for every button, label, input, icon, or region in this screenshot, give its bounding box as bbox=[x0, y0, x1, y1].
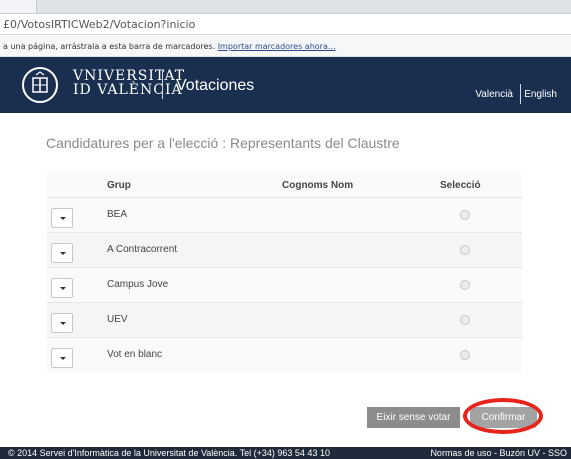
column-header-seleccio: Selecció bbox=[440, 180, 481, 191]
browser-tab[interactable] bbox=[0, 0, 37, 13]
language-english-link[interactable]: English bbox=[524, 89, 557, 100]
logo-line-1: VNIVERSITAT bbox=[73, 68, 186, 84]
selection-radio[interactable] bbox=[460, 350, 470, 360]
expand-dropdown-button[interactable] bbox=[51, 348, 73, 368]
table-row: Campus Jove bbox=[47, 267, 522, 302]
bookmarks-bar-text: a una página, arrástrala a esta barra de… bbox=[3, 42, 216, 51]
language-valencia-link[interactable]: Valencià bbox=[475, 89, 513, 100]
import-bookmarks-link[interactable]: Importar marcadores ahora... bbox=[218, 42, 336, 51]
app-title: Votaciones bbox=[176, 77, 255, 94]
group-name: Campus Jove bbox=[107, 279, 169, 290]
table-header: Grup Cognoms Nom Selecció bbox=[47, 173, 522, 197]
group-name: Vot en blanc bbox=[107, 349, 163, 360]
university-seal-icon[interactable] bbox=[22, 67, 58, 103]
group-name: A Contracorrent bbox=[107, 244, 178, 255]
table-row: Vot en blanc bbox=[47, 337, 522, 372]
highlight-circle-annotation bbox=[463, 398, 543, 434]
address-bar[interactable]: £0/VotosIRTICWeb2/Votacion?inicio bbox=[0, 14, 571, 35]
table-row: BEA bbox=[47, 197, 522, 232]
column-header-cognoms-nom: Cognoms Nom bbox=[282, 180, 354, 191]
selection-radio[interactable] bbox=[460, 315, 470, 325]
bookmarks-bar: a una página, arrástrala a esta barra de… bbox=[0, 36, 571, 57]
expand-dropdown-button[interactable] bbox=[51, 313, 73, 333]
address-bar-url: £0/VotosIRTICWeb2/Votacion?inicio bbox=[3, 18, 196, 31]
table-row: UEV bbox=[47, 302, 522, 337]
footer-copyright: © 2014 Servei d'Informàtica de la Univer… bbox=[8, 448, 330, 458]
selection-radio[interactable] bbox=[460, 210, 470, 220]
site-header: VNIVERSITAT ID VALÈNCIA Votaciones Valen… bbox=[0, 57, 571, 113]
selection-radio[interactable] bbox=[460, 245, 470, 255]
language-divider bbox=[520, 84, 521, 104]
footer-links[interactable]: Normas de uso - Buzón UV - SSO bbox=[430, 447, 567, 459]
group-name: BEA bbox=[107, 209, 128, 220]
selection-radio[interactable] bbox=[460, 280, 470, 290]
page-title: Candidatures per a l'elecció : Represent… bbox=[46, 135, 400, 151]
header-divider bbox=[162, 71, 163, 99]
column-header-grup: Grup bbox=[107, 180, 131, 191]
logo-line-2: ID VALÈNCIA bbox=[73, 82, 183, 98]
university-logo[interactable]: VNIVERSITAT ID VALÈNCIA bbox=[73, 69, 185, 97]
site-footer: © 2014 Servei d'Informàtica de la Univer… bbox=[0, 447, 571, 459]
exit-without-voting-button[interactable]: Eixir sense votar bbox=[367, 407, 460, 428]
expand-dropdown-button[interactable] bbox=[51, 243, 73, 263]
browser-tab-strip bbox=[0, 0, 571, 14]
candidates-table: Grup Cognoms Nom Selecció BEA A Contraco… bbox=[47, 173, 522, 372]
table-row: A Contracorrent bbox=[47, 232, 522, 267]
expand-dropdown-button[interactable] bbox=[51, 278, 73, 298]
expand-dropdown-button[interactable] bbox=[51, 208, 73, 228]
group-name: UEV bbox=[107, 314, 128, 325]
